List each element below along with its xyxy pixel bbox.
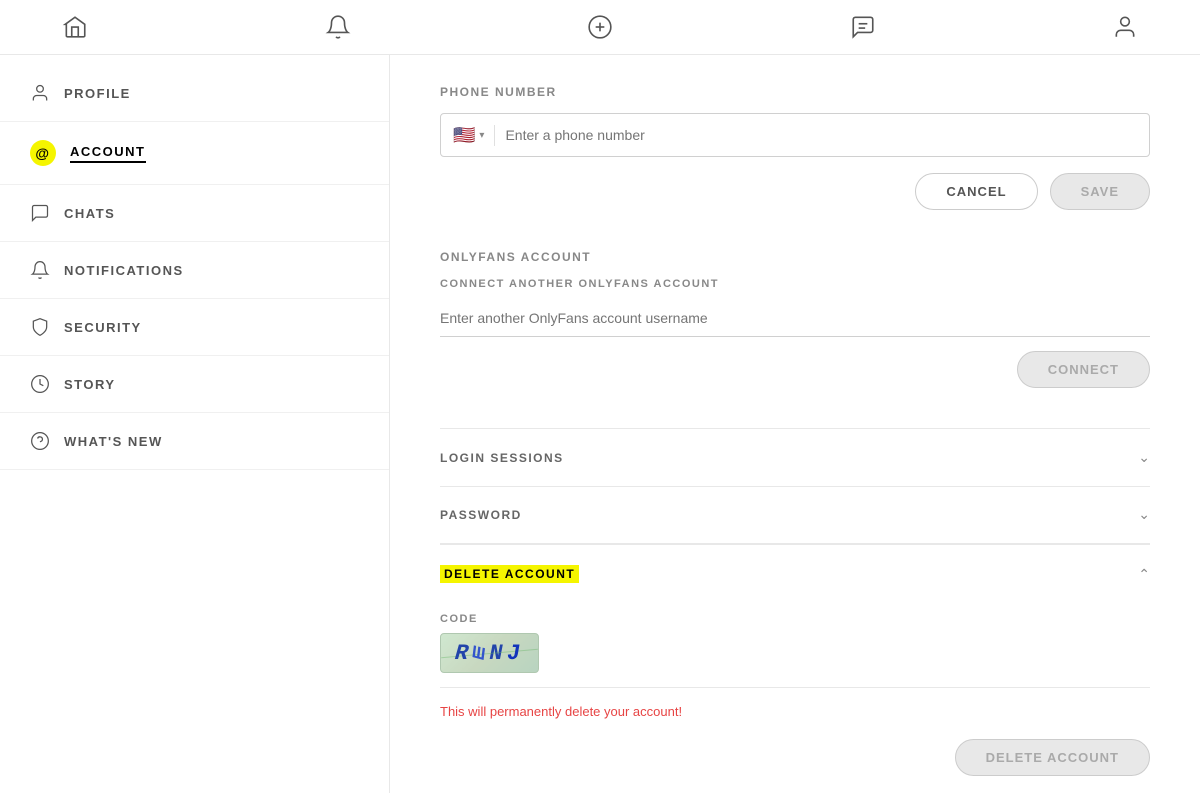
security-label: SECURITY bbox=[64, 320, 142, 335]
onlyfans-username-input[interactable] bbox=[440, 300, 1150, 337]
bell-icon bbox=[30, 260, 50, 280]
sidebar-item-account[interactable]: @ ACCOUNT bbox=[0, 122, 389, 185]
save-button[interactable]: SAVE bbox=[1050, 173, 1150, 210]
delete-account-title: DELETE ACCOUNT bbox=[440, 565, 579, 583]
delete-warning-text: This will permanently delete your accoun… bbox=[440, 704, 1150, 719]
onlyfans-subtitle: CONNECT ANOTHER ONLYFANS ACCOUNT bbox=[440, 278, 1150, 290]
top-navigation bbox=[0, 0, 1200, 55]
code-label: CODE bbox=[440, 613, 1150, 625]
password-chevron-icon: ⌄ bbox=[1138, 506, 1150, 523]
sidebar-item-story[interactable]: STORY bbox=[0, 356, 389, 413]
home-nav-icon[interactable] bbox=[60, 12, 90, 42]
phone-number-section: PHONE NUMBER 🇺🇸 ▾ CANCEL SAVE bbox=[440, 85, 1150, 210]
onlyfans-title: ONLYFANS ACCOUNT bbox=[440, 250, 1150, 264]
flag-emoji: 🇺🇸 bbox=[453, 125, 475, 146]
main-content: PHONE NUMBER 🇺🇸 ▾ CANCEL SAVE ONLYFANS A… bbox=[390, 55, 1200, 793]
login-sessions-chevron-icon: ⌄ bbox=[1138, 449, 1150, 466]
notifications-label: NOTIFICATIONS bbox=[64, 263, 184, 278]
login-sessions-row[interactable]: LOGIN SESSIONS ⌄ bbox=[440, 428, 1150, 487]
sidebar-item-chats[interactable]: CHATS bbox=[0, 185, 389, 242]
user-icon bbox=[30, 83, 50, 103]
shield-icon bbox=[30, 317, 50, 337]
sidebar: PROFILE @ ACCOUNT CHATS NOTIFICATIONS SE… bbox=[0, 55, 390, 793]
at-sign-icon: @ bbox=[30, 140, 56, 166]
onlyfans-account-section: ONLYFANS ACCOUNT CONNECT ANOTHER ONLYFAN… bbox=[440, 250, 1150, 388]
phone-button-row: CANCEL SAVE bbox=[440, 173, 1150, 210]
account-label: ACCOUNT bbox=[70, 144, 146, 163]
captcha-image: R ш N J bbox=[440, 633, 539, 673]
phone-number-title: PHONE NUMBER bbox=[440, 85, 1150, 99]
notifications-nav-icon[interactable] bbox=[323, 12, 353, 42]
password-row[interactable]: PASSWORD ⌄ bbox=[440, 486, 1150, 544]
sidebar-item-profile[interactable]: PROFILE bbox=[0, 65, 389, 122]
flag-chevron-icon: ▾ bbox=[479, 130, 484, 141]
captcha-text-4: J bbox=[504, 641, 526, 666]
sidebar-item-security[interactable]: SECURITY bbox=[0, 299, 389, 356]
delete-account-chevron-icon: ⌃ bbox=[1138, 566, 1150, 583]
delete-account-header[interactable]: DELETE ACCOUNT ⌃ bbox=[440, 544, 1150, 603]
delete-account-section: DELETE ACCOUNT ⌃ CODE R ш N J This will … bbox=[440, 544, 1150, 776]
cancel-button[interactable]: CANCEL bbox=[915, 173, 1037, 210]
delete-account-button[interactable]: DELETE ACCOUNT bbox=[955, 739, 1150, 776]
password-label: PASSWORD bbox=[440, 508, 522, 522]
messages-nav-icon[interactable] bbox=[848, 12, 878, 42]
whats-new-label: WHAT'S NEW bbox=[64, 434, 163, 449]
sidebar-item-whats-new[interactable]: WHAT'S NEW bbox=[0, 413, 389, 470]
captcha-text-2: ш bbox=[471, 638, 491, 668]
country-flag-select[interactable]: 🇺🇸 ▾ bbox=[453, 125, 495, 146]
profile-nav-icon[interactable] bbox=[1110, 12, 1140, 42]
clock-icon bbox=[30, 374, 50, 394]
chat-icon bbox=[30, 203, 50, 223]
profile-label: PROFILE bbox=[64, 86, 131, 101]
sidebar-item-notifications[interactable]: NOTIFICATIONS bbox=[0, 242, 389, 299]
chats-label: CHATS bbox=[64, 206, 115, 221]
login-sessions-label: LOGIN SESSIONS bbox=[440, 451, 564, 465]
help-circle-icon bbox=[30, 431, 50, 451]
phone-number-input[interactable] bbox=[505, 127, 1137, 143]
create-nav-icon[interactable] bbox=[585, 12, 615, 42]
story-label: STORY bbox=[64, 377, 116, 392]
page-layout: PROFILE @ ACCOUNT CHATS NOTIFICATIONS SE… bbox=[0, 55, 1200, 793]
connect-button[interactable]: CONNECT bbox=[1017, 351, 1150, 388]
captcha-text-3: N bbox=[489, 641, 506, 666]
phone-input-row: 🇺🇸 ▾ bbox=[440, 113, 1150, 157]
